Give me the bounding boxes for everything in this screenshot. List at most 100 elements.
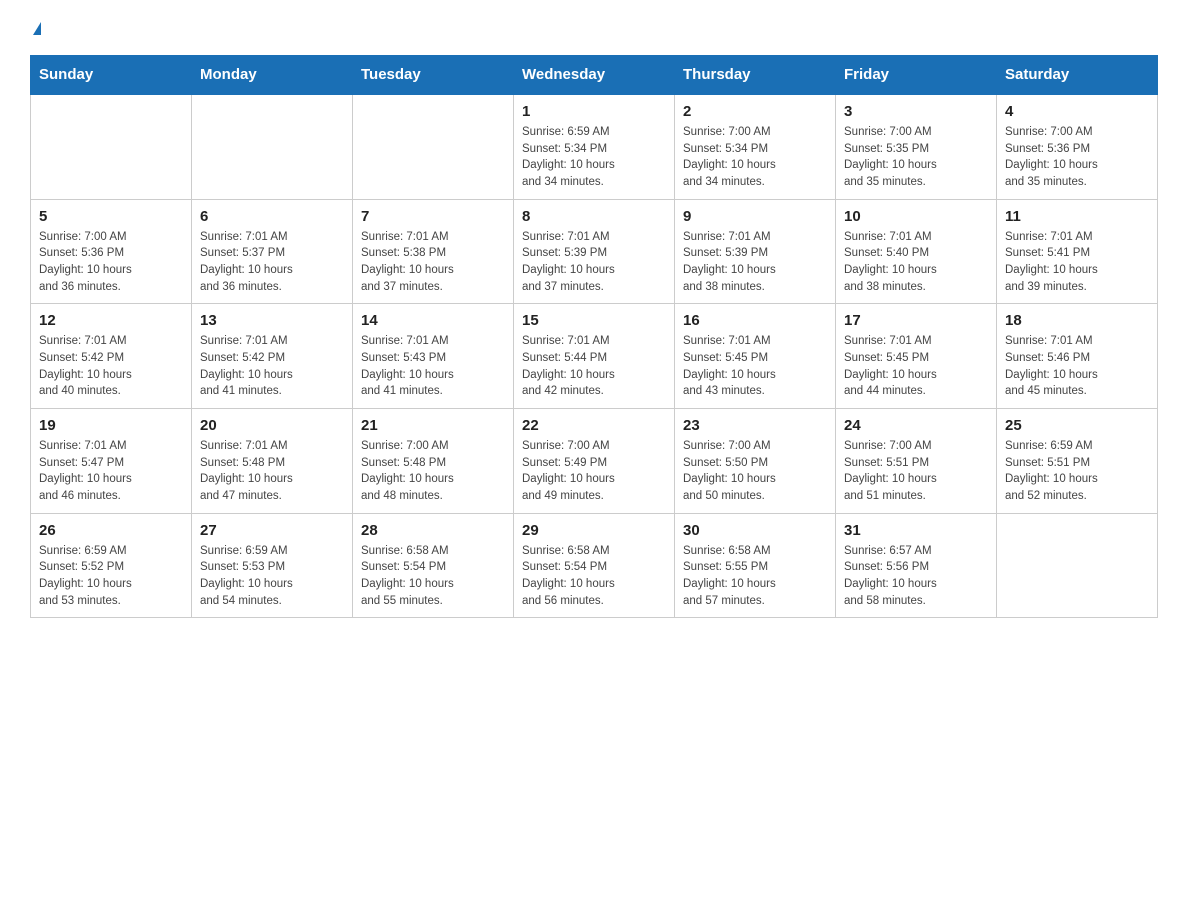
- day-number: 31: [844, 522, 988, 539]
- day-info: Sunrise: 7:01 AM Sunset: 5:38 PM Dayligh…: [361, 229, 505, 296]
- day-info: Sunrise: 7:00 AM Sunset: 5:50 PM Dayligh…: [683, 438, 827, 505]
- day-info: Sunrise: 7:01 AM Sunset: 5:47 PM Dayligh…: [39, 438, 183, 505]
- day-info: Sunrise: 7:01 AM Sunset: 5:40 PM Dayligh…: [844, 229, 988, 296]
- day-number: 15: [522, 312, 666, 329]
- day-number: 8: [522, 208, 666, 225]
- day-info: Sunrise: 7:01 AM Sunset: 5:45 PM Dayligh…: [683, 333, 827, 400]
- calendar-cell: [192, 94, 353, 199]
- day-info: Sunrise: 7:01 AM Sunset: 5:37 PM Dayligh…: [200, 229, 344, 296]
- day-info: Sunrise: 7:00 AM Sunset: 5:51 PM Dayligh…: [844, 438, 988, 505]
- calendar-cell: 5 Sunrise: 7:00 AM Sunset: 5:36 PM Daylig…: [31, 199, 192, 304]
- day-number: 1: [522, 103, 666, 120]
- calendar-cell: 29 Sunrise: 6:58 AM Sunset: 5:54 PM Dayli…: [514, 513, 675, 618]
- calendar-cell: 23 Sunrise: 7:00 AM Sunset: 5:50 PM Dayli…: [675, 409, 836, 514]
- calendar-cell: 20 Sunrise: 7:01 AM Sunset: 5:48 PM Dayli…: [192, 409, 353, 514]
- day-number: 22: [522, 417, 666, 434]
- calendar-cell: 15Sunrise: 7:01 AM Sunset: 5:44 PM Dayli…: [514, 304, 675, 409]
- calendar-cell: 1 Sunrise: 6:59 AM Sunset: 5:34 PM Daylig…: [514, 94, 675, 199]
- day-number: 3: [844, 103, 988, 120]
- day-number: 7: [361, 208, 505, 225]
- day-number: 26: [39, 522, 183, 539]
- calendar-cell: 13 Sunrise: 7:01 AM Sunset: 5:42 PM Dayli…: [192, 304, 353, 409]
- col-header-tuesday: Tuesday: [353, 56, 514, 95]
- day-info: Sunrise: 7:01 AM Sunset: 5:48 PM Dayligh…: [200, 438, 344, 505]
- day-info: Sunrise: 7:00 AM Sunset: 5:36 PM Dayligh…: [39, 229, 183, 296]
- calendar-cell: 4Sunrise: 7:00 AM Sunset: 5:36 PM Daylig…: [997, 94, 1158, 199]
- calendar-week-5: 26 Sunrise: 6:59 AM Sunset: 5:52 PM Dayli…: [31, 513, 1158, 618]
- calendar-week-1: 1 Sunrise: 6:59 AM Sunset: 5:34 PM Daylig…: [31, 94, 1158, 199]
- day-number: 6: [200, 208, 344, 225]
- day-number: 5: [39, 208, 183, 225]
- col-header-friday: Friday: [836, 56, 997, 95]
- day-info: Sunrise: 6:58 AM Sunset: 5:54 PM Dayligh…: [361, 543, 505, 610]
- calendar-cell: [997, 513, 1158, 618]
- col-header-saturday: Saturday: [997, 56, 1158, 95]
- calendar-cell: 3 Sunrise: 7:00 AM Sunset: 5:35 PM Daylig…: [836, 94, 997, 199]
- day-info: Sunrise: 6:59 AM Sunset: 5:52 PM Dayligh…: [39, 543, 183, 610]
- day-info: Sunrise: 6:57 AM Sunset: 5:56 PM Dayligh…: [844, 543, 988, 610]
- calendar-cell: 24 Sunrise: 7:00 AM Sunset: 5:51 PM Dayli…: [836, 409, 997, 514]
- calendar-cell: 2Sunrise: 7:00 AM Sunset: 5:34 PM Daylig…: [675, 94, 836, 199]
- day-info: Sunrise: 6:59 AM Sunset: 5:34 PM Dayligh…: [522, 124, 666, 191]
- calendar-cell: 9 Sunrise: 7:01 AM Sunset: 5:39 PM Daylig…: [675, 199, 836, 304]
- day-info: Sunrise: 7:01 AM Sunset: 5:45 PM Dayligh…: [844, 333, 988, 400]
- calendar-cell: 14Sunrise: 7:01 AM Sunset: 5:43 PM Dayli…: [353, 304, 514, 409]
- page-header: [30, 20, 1158, 35]
- calendar-cell: 22 Sunrise: 7:00 AM Sunset: 5:49 PM Dayli…: [514, 409, 675, 514]
- calendar-cell: 11Sunrise: 7:01 AM Sunset: 5:41 PM Dayli…: [997, 199, 1158, 304]
- day-info: Sunrise: 7:00 AM Sunset: 5:35 PM Dayligh…: [844, 124, 988, 191]
- calendar-cell: [353, 94, 514, 199]
- day-number: 18: [1005, 312, 1149, 329]
- day-info: Sunrise: 7:00 AM Sunset: 5:48 PM Dayligh…: [361, 438, 505, 505]
- day-number: 29: [522, 522, 666, 539]
- col-header-monday: Monday: [192, 56, 353, 95]
- calendar-cell: 6 Sunrise: 7:01 AM Sunset: 5:37 PM Daylig…: [192, 199, 353, 304]
- day-info: Sunrise: 6:59 AM Sunset: 5:53 PM Dayligh…: [200, 543, 344, 610]
- day-info: Sunrise: 7:01 AM Sunset: 5:39 PM Dayligh…: [683, 229, 827, 296]
- calendar-cell: 16 Sunrise: 7:01 AM Sunset: 5:45 PM Dayli…: [675, 304, 836, 409]
- calendar-week-4: 19 Sunrise: 7:01 AM Sunset: 5:47 PM Dayli…: [31, 409, 1158, 514]
- day-number: 12: [39, 312, 183, 329]
- day-number: 4: [1005, 103, 1149, 120]
- day-info: Sunrise: 6:58 AM Sunset: 5:54 PM Dayligh…: [522, 543, 666, 610]
- day-info: Sunrise: 6:59 AM Sunset: 5:51 PM Dayligh…: [1005, 438, 1149, 505]
- day-number: 30: [683, 522, 827, 539]
- day-number: 9: [683, 208, 827, 225]
- day-number: 23: [683, 417, 827, 434]
- day-number: 16: [683, 312, 827, 329]
- calendar-cell: 10 Sunrise: 7:01 AM Sunset: 5:40 PM Dayli…: [836, 199, 997, 304]
- calendar-cell: 17 Sunrise: 7:01 AM Sunset: 5:45 PM Dayli…: [836, 304, 997, 409]
- day-info: Sunrise: 7:00 AM Sunset: 5:49 PM Dayligh…: [522, 438, 666, 505]
- day-number: 2: [683, 103, 827, 120]
- day-number: 21: [361, 417, 505, 434]
- day-number: 27: [200, 522, 344, 539]
- calendar-week-3: 12 Sunrise: 7:01 AM Sunset: 5:42 PM Dayli…: [31, 304, 1158, 409]
- calendar-cell: 8 Sunrise: 7:01 AM Sunset: 5:39 PM Daylig…: [514, 199, 675, 304]
- day-number: 17: [844, 312, 988, 329]
- logo: [30, 20, 41, 35]
- calendar-cell: 12 Sunrise: 7:01 AM Sunset: 5:42 PM Dayli…: [31, 304, 192, 409]
- calendar-cell: 28Sunrise: 6:58 AM Sunset: 5:54 PM Dayli…: [353, 513, 514, 618]
- calendar-cell: 30 Sunrise: 6:58 AM Sunset: 5:55 PM Dayli…: [675, 513, 836, 618]
- day-info: Sunrise: 7:01 AM Sunset: 5:42 PM Dayligh…: [39, 333, 183, 400]
- calendar-cell: 18Sunrise: 7:01 AM Sunset: 5:46 PM Dayli…: [997, 304, 1158, 409]
- calendar-cell: [31, 94, 192, 199]
- day-info: Sunrise: 6:58 AM Sunset: 5:55 PM Dayligh…: [683, 543, 827, 610]
- calendar-cell: 7 Sunrise: 7:01 AM Sunset: 5:38 PM Daylig…: [353, 199, 514, 304]
- day-info: Sunrise: 7:01 AM Sunset: 5:41 PM Dayligh…: [1005, 229, 1149, 296]
- calendar-week-2: 5 Sunrise: 7:00 AM Sunset: 5:36 PM Daylig…: [31, 199, 1158, 304]
- day-number: 13: [200, 312, 344, 329]
- calendar-cell: 27 Sunrise: 6:59 AM Sunset: 5:53 PM Dayli…: [192, 513, 353, 618]
- calendar-cell: 31 Sunrise: 6:57 AM Sunset: 5:56 PM Dayli…: [836, 513, 997, 618]
- col-header-sunday: Sunday: [31, 56, 192, 95]
- day-number: 20: [200, 417, 344, 434]
- day-info: Sunrise: 7:01 AM Sunset: 5:39 PM Dayligh…: [522, 229, 666, 296]
- day-info: Sunrise: 7:01 AM Sunset: 5:42 PM Dayligh…: [200, 333, 344, 400]
- calendar-table: SundayMondayTuesdayWednesdayThursdayFrid…: [30, 55, 1158, 618]
- day-number: 10: [844, 208, 988, 225]
- day-number: 24: [844, 417, 988, 434]
- day-number: 25: [1005, 417, 1149, 434]
- day-number: 19: [39, 417, 183, 434]
- calendar-cell: 21 Sunrise: 7:00 AM Sunset: 5:48 PM Dayli…: [353, 409, 514, 514]
- col-header-wednesday: Wednesday: [514, 56, 675, 95]
